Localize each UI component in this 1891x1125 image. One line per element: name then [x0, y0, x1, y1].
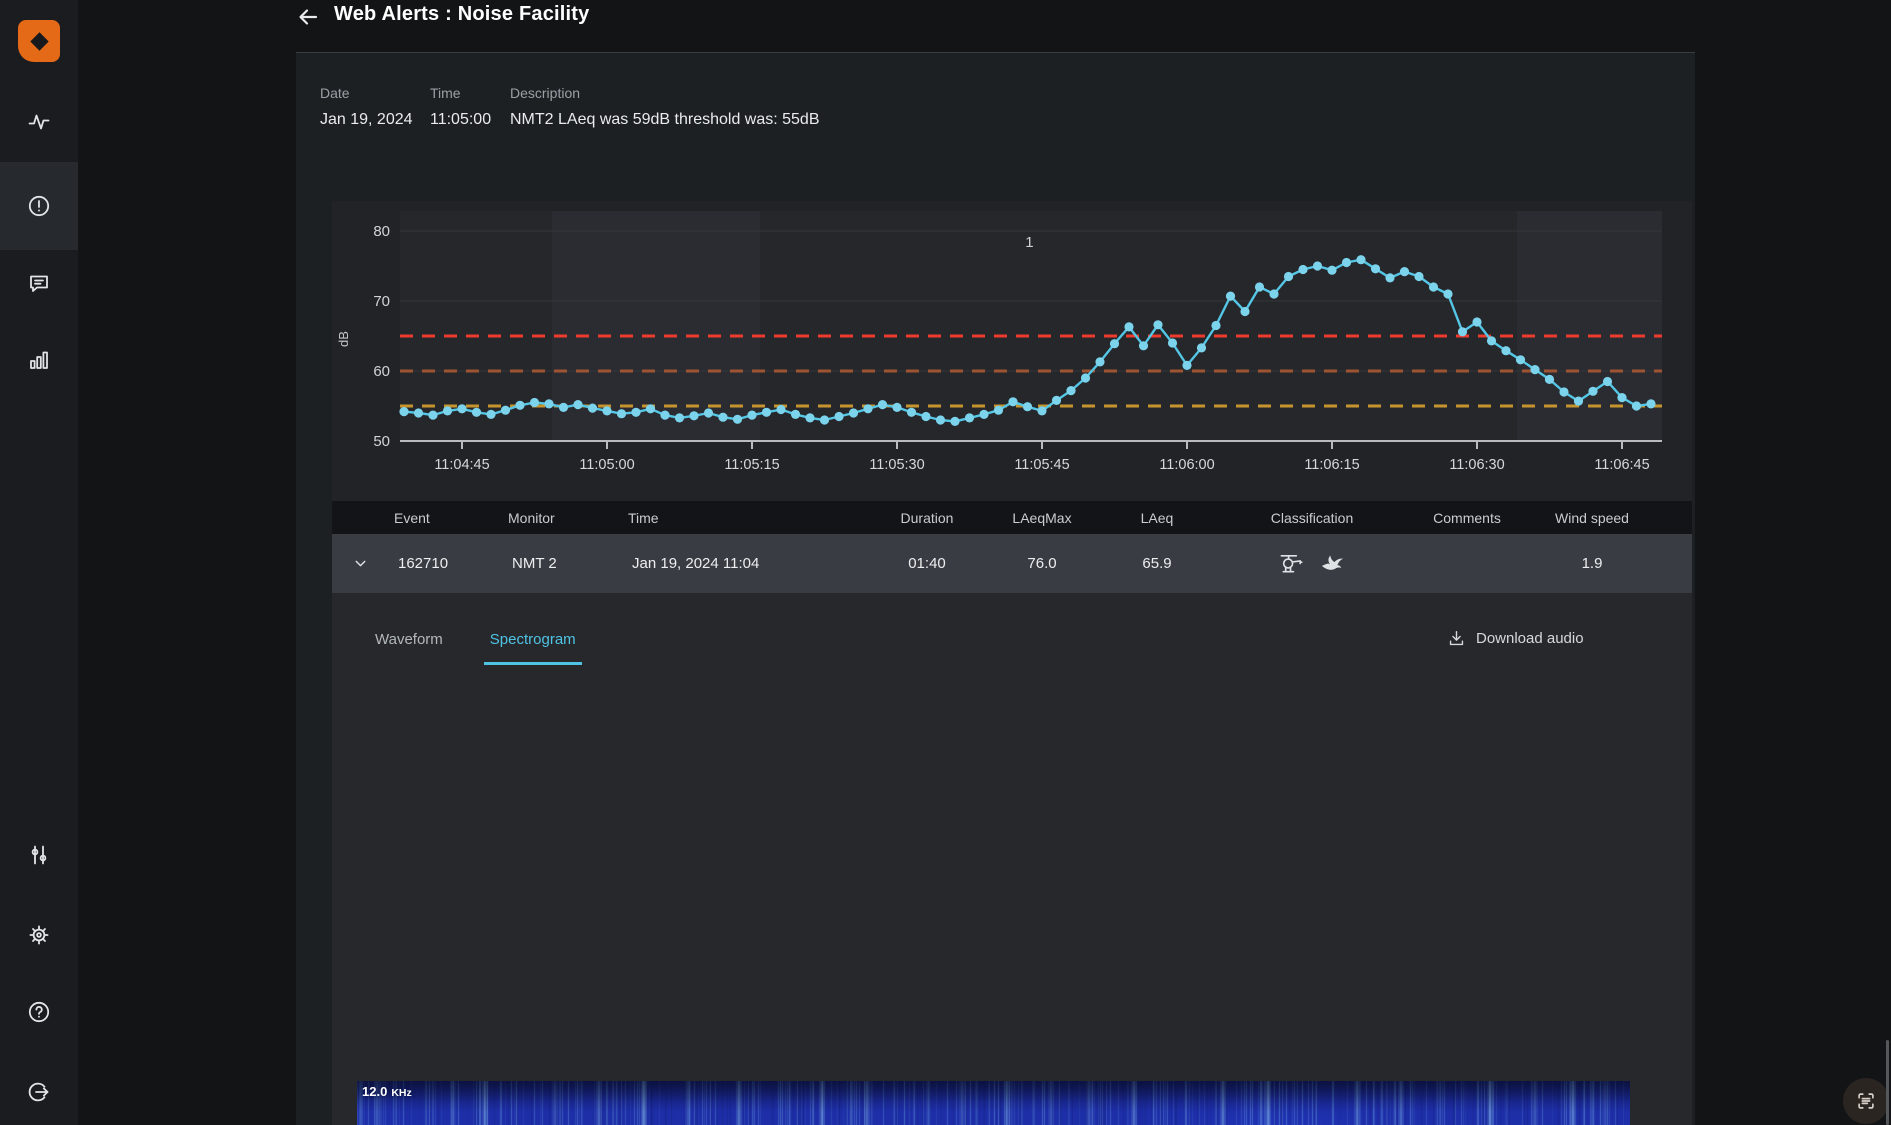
noise-level-chart-wrap: 50 60 70 80 11:04:45 11:05:00 11:05:15 11:05:30…	[332, 201, 1692, 491]
tab-waveform[interactable]: Waveform	[369, 623, 449, 665]
svg-text:60: 60	[373, 363, 390, 380]
help-icon	[27, 1000, 51, 1024]
alert-icon	[27, 194, 51, 218]
detail-tabs: Waveform Spectrogram	[369, 623, 582, 665]
gear-icon	[27, 923, 51, 947]
svg-text:11:04:45: 11:04:45	[434, 457, 489, 473]
spectrogram-panel: 12.0KHz9.6KHz7.2KHz4.8KHz2.4KHz0Hz	[357, 1081, 1630, 1125]
spectrogram-canvas	[357, 1081, 1630, 1125]
time-label: Time	[430, 85, 461, 101]
svg-text:dB: dB	[336, 331, 351, 347]
svg-text:70: 70	[373, 293, 390, 310]
svg-text:50: 50	[373, 433, 390, 450]
alert-content-panel: 50 60 70 80 11:04:45 11:05:00 11:05:15 11:05:30…	[332, 201, 1692, 1125]
svg-text:11:05:45: 11:05:45	[1014, 457, 1069, 473]
sidebar-item-settings[interactable]	[0, 907, 78, 963]
column-header-duration: Duration	[872, 510, 982, 526]
monitor-cell: NMT 2	[502, 555, 622, 572]
svg-text:11:05:30: 11:05:30	[869, 457, 924, 473]
column-header-wind-speed: Wind speed	[1522, 510, 1662, 526]
svg-text:11:06:15: 11:06:15	[1304, 457, 1359, 473]
column-header-comments: Comments	[1412, 510, 1522, 526]
event-detail-panel: Waveform Spectrogram Download audio 12.0…	[332, 593, 1692, 1125]
download-icon	[1447, 629, 1466, 648]
alert-detail-card: Date Jan 19, 2024 Time 11:05:00 Descript…	[296, 52, 1695, 1125]
logo-diamond-icon	[30, 32, 48, 50]
event-cell: 162710	[388, 555, 502, 572]
svg-text:11:06:00: 11:06:00	[1159, 457, 1214, 473]
download-audio-label: Download audio	[1476, 630, 1584, 647]
time-cell: Jan 19, 2024 11:04	[622, 555, 872, 572]
sidebar-item-monitoring[interactable]	[0, 94, 78, 150]
arrow-left-icon	[296, 5, 320, 29]
svg-text:11:06:45: 11:06:45	[1594, 457, 1649, 473]
sidebar-item-logout[interactable]	[0, 1064, 78, 1120]
classification-cell	[1212, 550, 1412, 577]
column-header-laeq: LAeq	[1102, 510, 1212, 526]
duration-cell: 01:40	[872, 555, 982, 572]
helicopter-icon	[1278, 550, 1305, 577]
sidebar	[0, 0, 78, 1125]
freq-label-12-0: 12.0KHz	[362, 1084, 412, 1099]
column-header-classification: Classification	[1212, 510, 1412, 526]
date-value: Jan 19, 2024	[320, 111, 413, 129]
sliders-icon	[27, 843, 51, 867]
description-value: NMT2 LAeq was 59dB threshold was: 55dB	[510, 111, 820, 129]
bar-chart-icon	[27, 348, 51, 372]
sidebar-item-help[interactable]	[0, 984, 78, 1040]
event-table-header: EventMonitorTimeDurationLAeqMaxLAeqClass…	[332, 501, 1692, 534]
column-header-monitor: Monitor	[502, 510, 622, 526]
wind-speed-cell: 1.9	[1522, 555, 1662, 572]
back-button[interactable]	[292, 4, 324, 32]
sidebar-item-filters[interactable]	[0, 827, 78, 883]
scan-text-icon	[1855, 1090, 1877, 1112]
comment-icon	[27, 271, 51, 295]
page-title: Web Alerts : Noise Facility	[334, 3, 589, 26]
vertical-scrollbar[interactable]	[1886, 1040, 1889, 1125]
screen-capture-button[interactable]	[1843, 1078, 1889, 1124]
app-root: Web Alerts : Noise Facility Date Jan 19,…	[0, 0, 1891, 1125]
tab-spectrogram[interactable]: Spectrogram	[484, 623, 582, 665]
date-label: Date	[320, 85, 350, 101]
svg-text:11:05:15: 11:05:15	[724, 457, 779, 473]
download-audio-button[interactable]: Download audio	[1447, 629, 1584, 648]
column-header-event: Event	[388, 510, 502, 526]
sidebar-item-reports[interactable]	[0, 332, 78, 388]
row-expand-toggle[interactable]	[332, 555, 388, 572]
sidebar-item-comments[interactable]	[0, 255, 78, 311]
svg-text:1: 1	[1025, 234, 1033, 251]
sidebar-item-alerts[interactable]	[0, 162, 78, 250]
svg-text:11:06:30: 11:06:30	[1449, 457, 1504, 473]
svg-text:11:05:00: 11:05:00	[579, 457, 634, 473]
brand-logo-icon[interactable]	[18, 20, 60, 62]
laeq-cell: 65.9	[1102, 555, 1212, 572]
activity-icon	[27, 110, 51, 134]
event-table-row[interactable]: 162710NMT 2Jan 19, 2024 11:0401:4076.065…	[332, 534, 1692, 593]
column-header-time: Time	[622, 510, 872, 526]
timeseries-chart: 50 60 70 80 11:04:45 11:05:00 11:05:15 11:05:30…	[332, 201, 1692, 491]
laeqmax-cell: 76.0	[982, 555, 1102, 572]
chevron-down-icon	[352, 555, 369, 572]
time-value: 11:05:00	[430, 111, 491, 129]
svg-text:80: 80	[373, 223, 390, 240]
bird-icon	[1319, 550, 1346, 577]
logout-icon	[27, 1080, 51, 1104]
description-label: Description	[510, 85, 580, 101]
column-header-laeqmax: LAeqMax	[982, 510, 1102, 526]
